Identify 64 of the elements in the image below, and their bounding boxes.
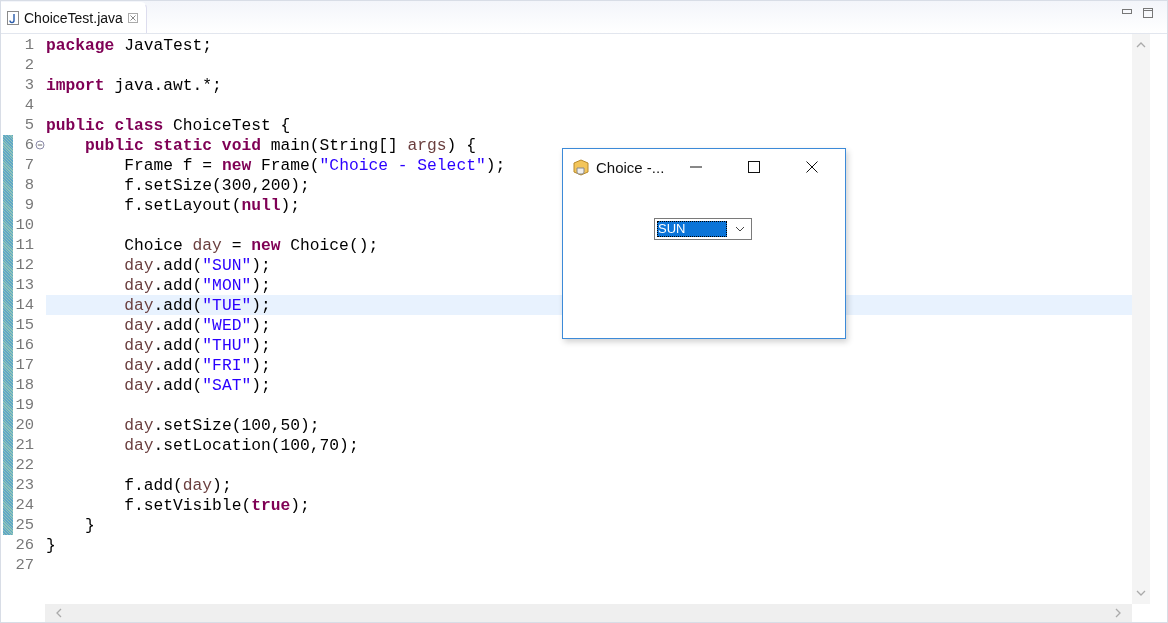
line-number: 10 bbox=[14, 216, 34, 234]
line-number: 8 bbox=[23, 176, 34, 194]
line-number: 24 bbox=[14, 496, 34, 514]
code-line: day.add("WED"); bbox=[123, 315, 271, 335]
line-number: 3 bbox=[23, 76, 34, 94]
coffee-cup-icon bbox=[572, 158, 590, 176]
code-line: package JavaTest; bbox=[46, 35, 213, 55]
line-number: 26 bbox=[14, 536, 34, 554]
line-number: 7 bbox=[23, 156, 34, 174]
line-number: 11 bbox=[14, 236, 34, 254]
vertical-scrollbar[interactable] bbox=[1132, 34, 1150, 604]
window-title: Choice -... bbox=[596, 158, 666, 176]
line-number: 27 bbox=[14, 556, 34, 574]
code-line: } bbox=[46, 535, 56, 555]
line-number: 22 bbox=[14, 456, 34, 474]
scroll-left-icon[interactable] bbox=[56, 608, 62, 618]
code-line: } bbox=[84, 515, 95, 535]
close-icon[interactable] bbox=[806, 161, 818, 173]
line-number: 18 bbox=[14, 376, 34, 394]
code-line: day.add("THU"); bbox=[123, 335, 271, 355]
code-line: f.setSize(300,200); bbox=[123, 175, 310, 195]
line-number: 4 bbox=[23, 96, 34, 114]
day-dropdown[interactable]: SUN bbox=[654, 218, 752, 240]
code-line: Frame f = new Frame("Choice - Select"); bbox=[123, 155, 506, 175]
maximize-icon[interactable] bbox=[748, 161, 760, 173]
code-line: Choice day = new Choice(); bbox=[123, 235, 379, 255]
code-line: day.add("MON"); bbox=[123, 275, 271, 295]
editor-tab[interactable]: ChoiceTest.java bbox=[1, 1, 147, 33]
scroll-down-icon[interactable] bbox=[1136, 590, 1146, 596]
java-file-icon bbox=[7, 11, 19, 25]
line-number: 25 bbox=[14, 516, 34, 534]
line-number: 5 bbox=[23, 116, 34, 134]
line-number: 12 bbox=[14, 256, 34, 274]
minimize-icon[interactable] bbox=[1122, 9, 1132, 15]
code-line: day.add("FRI"); bbox=[123, 355, 271, 375]
line-number: 23 bbox=[14, 476, 34, 494]
line-number: 16 bbox=[14, 336, 34, 354]
code-line: day.add("SUN"); bbox=[123, 255, 271, 275]
line-number: 2 bbox=[23, 56, 34, 74]
horizontal-scrollbar[interactable] bbox=[45, 604, 1132, 622]
line-number: 15 bbox=[14, 316, 34, 334]
code-line: public class ChoiceTest { bbox=[46, 115, 291, 135]
code-line: day.setLocation(100,70); bbox=[123, 435, 359, 455]
line-number: 21 bbox=[14, 436, 34, 454]
line-number: 1 bbox=[23, 36, 34, 54]
scroll-up-icon[interactable] bbox=[1136, 42, 1146, 48]
code-line: day.setSize(100,50); bbox=[123, 415, 320, 435]
code-line: f.add(day); bbox=[123, 475, 232, 495]
scroll-right-icon[interactable] bbox=[1115, 608, 1121, 618]
code-line: public static void main(String[] args) { bbox=[84, 135, 476, 155]
code-line: day.add("TUE"); bbox=[123, 295, 271, 315]
caret-icon bbox=[735, 226, 745, 232]
line-number: 14 bbox=[14, 296, 34, 314]
line-number: 6 bbox=[23, 136, 34, 154]
line-number: 13 bbox=[14, 276, 34, 294]
line-number: 19 bbox=[14, 396, 34, 414]
code-line: f.setLayout(null); bbox=[123, 195, 301, 215]
code-line: import java.awt.*; bbox=[46, 75, 222, 95]
line-number: 20 bbox=[14, 416, 34, 434]
code-line: f.setVisible(true); bbox=[123, 495, 310, 515]
line-number: 9 bbox=[23, 196, 34, 214]
line-number: 17 bbox=[14, 356, 34, 374]
collapse-icon[interactable] bbox=[35, 140, 45, 150]
code-line: day.add("SAT"); bbox=[123, 375, 271, 395]
